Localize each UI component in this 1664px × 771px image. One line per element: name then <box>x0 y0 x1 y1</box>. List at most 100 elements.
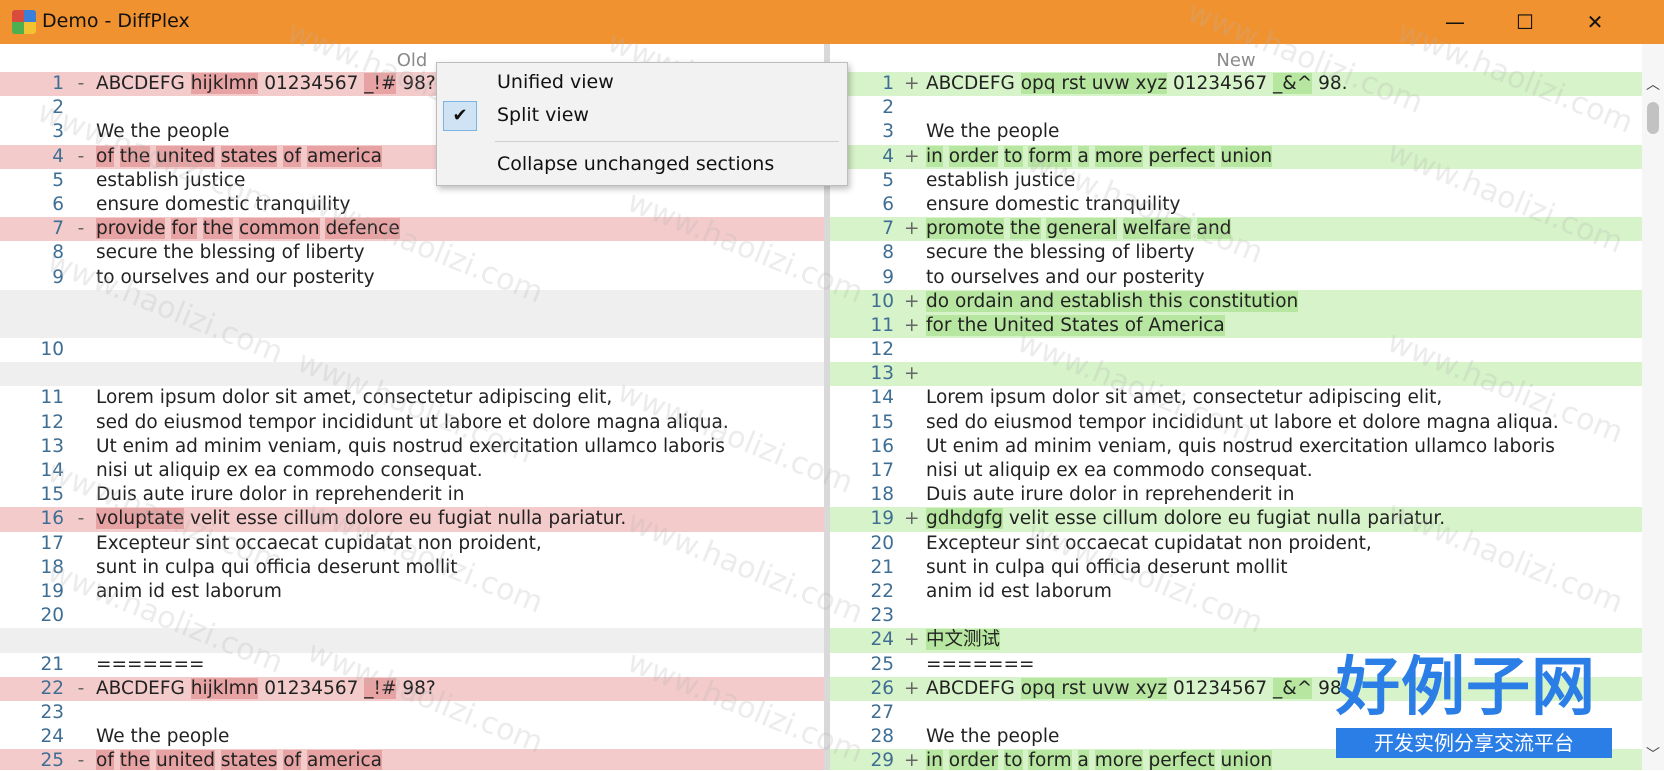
diff-line: 9 to ourselves and our posterity <box>0 266 824 290</box>
diff-line: 20 <box>0 604 824 628</box>
text-segment: to ourselves and our posterity <box>96 266 375 288</box>
minimize-button[interactable]: — <box>1420 0 1490 44</box>
diff-line: 15 Duis aute irure dolor in reprehenderit… <box>0 483 824 507</box>
text-segment: ensure domestic tranquility <box>926 193 1181 215</box>
text-segment: We the people <box>96 121 230 143</box>
changed-word: of <box>96 145 114 167</box>
changed-word: provide <box>96 218 166 240</box>
line-text: nisi ut aliquip ex ea commodo consequat. <box>926 459 1313 483</box>
text-segment <box>943 146 949 167</box>
changed-word: the <box>202 218 234 240</box>
diff-line: 12 <box>830 338 1642 362</box>
diff-line: 19 + gdhdgfg velit esse cillum dolore eu f… <box>830 507 1642 532</box>
line-text: sed do eiusmod tempor incididunt ut labo… <box>926 411 1559 435</box>
text-segment <box>215 146 221 167</box>
line-number: 19 <box>870 508 894 530</box>
vertical-scrollbar[interactable]: ︿ ﹀ <box>1642 44 1664 770</box>
changed-word: form <box>1028 145 1072 167</box>
diff-gap-row <box>0 362 824 387</box>
change-marker: - <box>77 145 85 167</box>
close-button[interactable]: ✕ <box>1560 0 1630 44</box>
line-text: Ut enim ad minim veniam, quis nostrud ex… <box>96 435 725 459</box>
diff-line: 28 We the people <box>830 725 1642 749</box>
diff-line: 5 establish justice <box>830 169 1642 193</box>
diff-gap-row <box>0 628 824 653</box>
text-segment: Excepteur sint occaecat cupidatat non pr… <box>926 532 1372 554</box>
new-pane[interactable]: New 1 + ABCDEFG opq rst uvw xyz 01234567 _… <box>830 44 1642 770</box>
diff-line: 7 + promote the general welfare and <box>830 217 1642 242</box>
changed-word: a <box>1077 750 1089 770</box>
line-number: 18 <box>40 556 64 578</box>
diff-line: 23 <box>830 604 1642 628</box>
line-text: ABCDEFG hijklmn 01234567 _!# 98? <box>96 72 436 96</box>
menu-item-collapse-unchanged[interactable]: Collapse unchanged sections <box>437 147 847 181</box>
changed-word: and <box>1196 218 1232 240</box>
line-text: Lorem ipsum dolor sit amet, consectetur … <box>96 386 612 410</box>
line-number: 24 <box>870 629 894 651</box>
text-segment: 98. <box>1312 677 1348 699</box>
changed-word: perfect <box>1148 145 1215 167</box>
text-segment: establish justice <box>926 169 1076 191</box>
changed-word: more <box>1094 750 1143 770</box>
line-text: anim id est laborum <box>96 580 282 604</box>
line-number: 14 <box>40 460 64 481</box>
changed-word: in <box>926 750 943 770</box>
diff-line: 8 secure the blessing of liberty <box>830 241 1642 265</box>
diff-line: 11 Lorem ipsum dolor sit amet, consectetu… <box>0 386 824 410</box>
changed-word: united <box>156 750 215 770</box>
line-text: ABCDEFG opq rst uvw xyz 01234567 _&^ 98. <box>926 72 1348 96</box>
text-segment <box>114 146 120 167</box>
changed-word: welfare <box>1122 218 1191 240</box>
line-number: 4 <box>52 145 64 167</box>
line-number: 14 <box>870 387 894 409</box>
text-segment <box>1215 750 1221 770</box>
line-text: ======= <box>96 653 205 677</box>
line-text: We the people <box>926 725 1059 749</box>
line-text: We the people <box>96 725 229 749</box>
diff-line: 20 Excepteur sint occaecat cupidatat non … <box>830 532 1642 556</box>
diff-line: 6 ensure domestic tranquility <box>0 193 824 217</box>
maximize-button[interactable]: ☐ <box>1490 0 1560 44</box>
scrollbar-thumb[interactable] <box>1647 102 1659 134</box>
diff-line: 21 ======= <box>0 653 824 677</box>
line-number: 7 <box>882 218 894 240</box>
scroll-up-icon[interactable]: ︿ <box>1642 74 1664 96</box>
changed-word: promote <box>926 218 1005 240</box>
scroll-down-icon[interactable]: ﹀ <box>1642 744 1664 766</box>
line-text: ensure domestic tranquility <box>96 193 351 217</box>
line-text: Duis aute irure dolor in reprehenderit i… <box>96 483 465 507</box>
diff-gap-row <box>0 313 824 339</box>
text-segment: sed do eiusmod tempor incididunt ut labo… <box>96 411 729 433</box>
text-segment: ABCDEFG <box>96 677 191 699</box>
text-segment: secure the blessing of liberty <box>96 242 365 264</box>
diff-line: 11 + for the United States of America <box>830 313 1642 339</box>
changed-word: hijklmn <box>190 677 259 699</box>
line-text: 中文测试 <box>926 628 1001 652</box>
text-segment: 98. <box>1312 73 1348 94</box>
change-marker: + <box>904 629 920 651</box>
change-marker: - <box>77 750 85 770</box>
changed-word: _&^ <box>1273 73 1313 94</box>
line-text: anim id est laborum <box>926 580 1112 604</box>
text-segment: Duis aute irure dolor in reprehenderit i… <box>96 484 465 506</box>
text-segment <box>943 750 949 770</box>
change-marker: - <box>77 508 85 530</box>
text-segment: 01234567 <box>1167 73 1274 94</box>
diff-line: 2 <box>830 96 1642 120</box>
line-number: 22 <box>40 677 64 699</box>
menu-item-unified-view[interactable]: Unified view <box>437 65 847 99</box>
text-segment: ABCDEFG <box>926 73 1021 94</box>
changed-word: hijklmn <box>190 73 259 94</box>
diff-line: 19 anim id est laborum <box>0 580 824 604</box>
menu-item-label: Split view <box>497 104 589 126</box>
diff-line: 16 Ut enim ad minim veniam, quis nostrud … <box>830 435 1642 459</box>
text-segment: nisi ut aliquip ex ea commodo consequat. <box>96 460 483 481</box>
change-marker: + <box>904 218 920 240</box>
menu-item-split-view[interactable]: ✔ Split view <box>437 98 847 132</box>
changed-word: order <box>948 145 999 167</box>
text-segment: Lorem ipsum dolor sit amet, consectetur … <box>926 387 1443 409</box>
change-marker: + <box>904 508 920 530</box>
text-segment <box>1191 218 1197 239</box>
diff-line: 24 We the people <box>0 725 824 749</box>
changed-word: more <box>1094 145 1143 167</box>
